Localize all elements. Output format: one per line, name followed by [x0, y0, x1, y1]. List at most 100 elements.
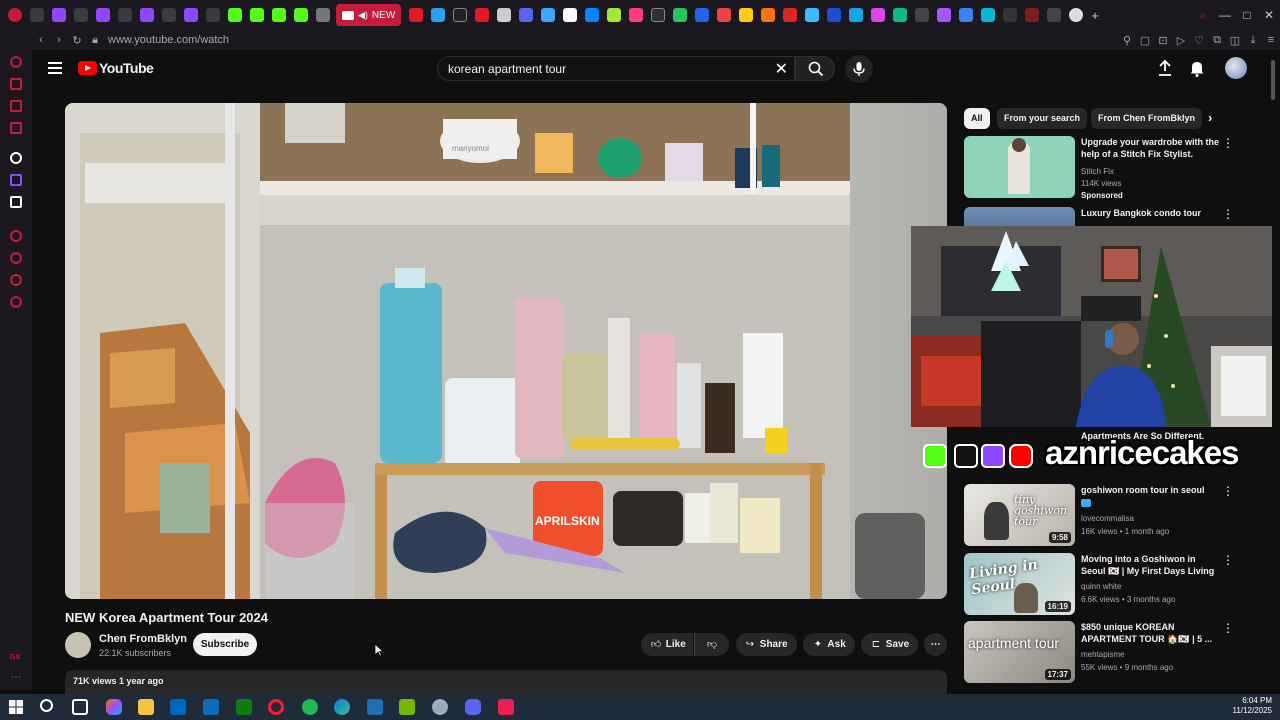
- clear-search-icon[interactable]: ✕: [775, 59, 788, 79]
- sidebar-ai-icon[interactable]: [10, 56, 22, 68]
- tab-icon[interactable]: [30, 8, 44, 22]
- url-field[interactable]: www.youtube.com/watch: [108, 34, 229, 46]
- sidebar-app-icon[interactable]: [10, 152, 22, 164]
- search-tabs-icon[interactable]: ⌕: [1192, 8, 1214, 23]
- tab-icon[interactable]: [1047, 8, 1062, 22]
- search-input[interactable]: korean apartment tour ✕: [437, 56, 795, 81]
- recommendation-title[interactable]: goshiwon room tour in seoul: [1081, 484, 1221, 496]
- voice-search-button[interactable]: [845, 55, 873, 83]
- opera-logo-icon[interactable]: [8, 8, 22, 22]
- tab-icon[interactable]: [74, 8, 88, 22]
- account-avatar[interactable]: [1225, 57, 1247, 79]
- ask-button[interactable]: ✦ Ask: [803, 633, 855, 656]
- tab-icon[interactable]: [1003, 8, 1018, 22]
- more-options-icon[interactable]: ⋮: [1222, 553, 1234, 567]
- minimize-button[interactable]: —: [1214, 8, 1236, 22]
- recommendation-item[interactable]: apartment tour 17:37 $850 unique KOREAN …: [964, 621, 1264, 685]
- tab-icon[interactable]: [475, 8, 490, 22]
- chip-from-search[interactable]: From your search: [997, 108, 1088, 129]
- tab-icon[interactable]: [871, 8, 886, 22]
- store-icon[interactable]: [170, 699, 186, 715]
- kick-tab-icon[interactable]: [294, 8, 308, 22]
- sidebar-history-icon[interactable]: [10, 252, 22, 264]
- sidebar-more-icon[interactable]: ⋯: [11, 672, 21, 683]
- menu-icon[interactable]: ≡: [1262, 34, 1280, 46]
- outlook-icon[interactable]: [203, 699, 219, 715]
- recommendation-title[interactable]: Luxury Bangkok condo tour: [1081, 207, 1221, 219]
- sidebar-bag-icon[interactable]: [10, 78, 22, 90]
- tab-icon[interactable]: [937, 8, 952, 22]
- more-options-icon[interactable]: ⋮: [1222, 136, 1234, 150]
- active-tab[interactable]: ◀) NEW: [336, 4, 402, 26]
- puzzle-icon[interactable]: ⧉: [1208, 34, 1226, 47]
- spotify-icon[interactable]: [302, 699, 318, 715]
- twitch-tab-icon[interactable]: [140, 8, 154, 22]
- sidebar-twitch-icon[interactable]: [10, 174, 22, 186]
- channel-avatar[interactable]: [65, 632, 91, 658]
- chip-from-channel[interactable]: From Chen FromBklyn: [1091, 108, 1203, 129]
- search-icon[interactable]: [40, 699, 53, 712]
- tab-icon[interactable]: [206, 8, 220, 22]
- new-tab-icon[interactable]: +: [1091, 8, 1099, 23]
- hamburger-menu-icon[interactable]: [44, 58, 66, 78]
- recommendation-channel[interactable]: quinn white: [1081, 582, 1121, 591]
- google-tab-icon[interactable]: [1069, 8, 1084, 22]
- sidebar-settings-icon[interactable]: [10, 296, 22, 308]
- edge-icon[interactable]: [334, 699, 350, 715]
- recommendation-channel[interactable]: lovecommalisa: [1081, 514, 1134, 523]
- kick-tab-icon[interactable]: [272, 8, 286, 22]
- youtube-logo-text[interactable]: YouTube: [99, 60, 154, 76]
- recommendation-title[interactable]: Moving into a Goshiwon in Seoul 🇰🇷 | My …: [1081, 553, 1221, 577]
- tab-icon[interactable]: [761, 8, 776, 22]
- extension-icon[interactable]: ⊡: [1154, 34, 1172, 47]
- nvidia-icon[interactable]: [399, 699, 415, 715]
- video-player[interactable]: APRILSKIN manyomoi: [65, 103, 947, 599]
- twitch-tab-icon[interactable]: [184, 8, 198, 22]
- wallet-icon[interactable]: ◫: [1226, 34, 1244, 47]
- gx-icon[interactable]: GX: [10, 654, 20, 661]
- sidebar-x-icon[interactable]: [10, 196, 22, 208]
- recommendation-item[interactable]: Upgrade your wardrobe with the help of a…: [964, 136, 1264, 200]
- sidebar-cube-icon[interactable]: [10, 274, 22, 286]
- kick-tab-icon[interactable]: [228, 8, 242, 22]
- tab-icon[interactable]: [162, 8, 176, 22]
- share-button[interactable]: ↪ Share: [736, 633, 797, 656]
- dislike-button[interactable]: 👎︎: [694, 633, 729, 656]
- more-options-icon[interactable]: ⋮: [1222, 484, 1234, 498]
- youtube-logo-icon[interactable]: [78, 61, 97, 75]
- recommendation-item[interactable]: Living in Seoul 16:19 Moving into a Gosh…: [964, 553, 1264, 617]
- tab-icon[interactable]: [981, 8, 996, 22]
- tab-icon[interactable]: [915, 8, 930, 22]
- windows-start-icon[interactable]: [9, 700, 23, 714]
- reload-icon[interactable]: ↻: [68, 34, 86, 47]
- tab-icon[interactable]: [585, 8, 600, 22]
- upload-icon[interactable]: [1157, 59, 1173, 77]
- more-options-icon[interactable]: ⋮: [1222, 621, 1234, 635]
- recommendation-title[interactable]: Upgrade your wardrobe with the help of a…: [1081, 136, 1221, 160]
- app-icon[interactable]: [367, 699, 383, 715]
- tab-icon[interactable]: [1025, 8, 1040, 22]
- recommendation-channel[interactable]: mehtapisme: [1081, 650, 1125, 659]
- app-icon[interactable]: [432, 699, 448, 715]
- clock-time[interactable]: 6:04 PM: [1242, 696, 1272, 705]
- tab-icon[interactable]: [805, 8, 820, 22]
- tab-icon[interactable]: [717, 8, 732, 22]
- recommendation-title[interactable]: $850 unique KOREAN APARTMENT TOUR 🏠🇰🇷 | …: [1081, 621, 1221, 645]
- tiktok-app-icon[interactable]: [498, 699, 514, 715]
- tab-icon[interactable]: [849, 8, 864, 22]
- tab-icon[interactable]: [783, 8, 798, 22]
- tab-icon[interactable]: [695, 8, 710, 22]
- tab-icon[interactable]: [541, 8, 556, 22]
- tab-icon[interactable]: [651, 8, 666, 22]
- kick-tab-icon[interactable]: [250, 8, 264, 22]
- sidebar-messenger-icon[interactable]: [10, 122, 22, 134]
- subscribe-button[interactable]: Subscribe: [193, 633, 257, 656]
- heart-icon[interactable]: ♡: [1190, 34, 1208, 47]
- back-icon[interactable]: ‹: [32, 34, 50, 46]
- chevron-right-icon[interactable]: ›: [1208, 110, 1212, 125]
- file-explorer-icon[interactable]: [138, 699, 154, 715]
- pin-icon[interactable]: ⚲: [1118, 34, 1136, 47]
- recommendation-thumbnail[interactable]: tiny goshiwon tour 9:58: [964, 484, 1075, 546]
- sidebar-player-icon[interactable]: [10, 230, 22, 242]
- more-actions-button[interactable]: ⋯: [924, 633, 947, 656]
